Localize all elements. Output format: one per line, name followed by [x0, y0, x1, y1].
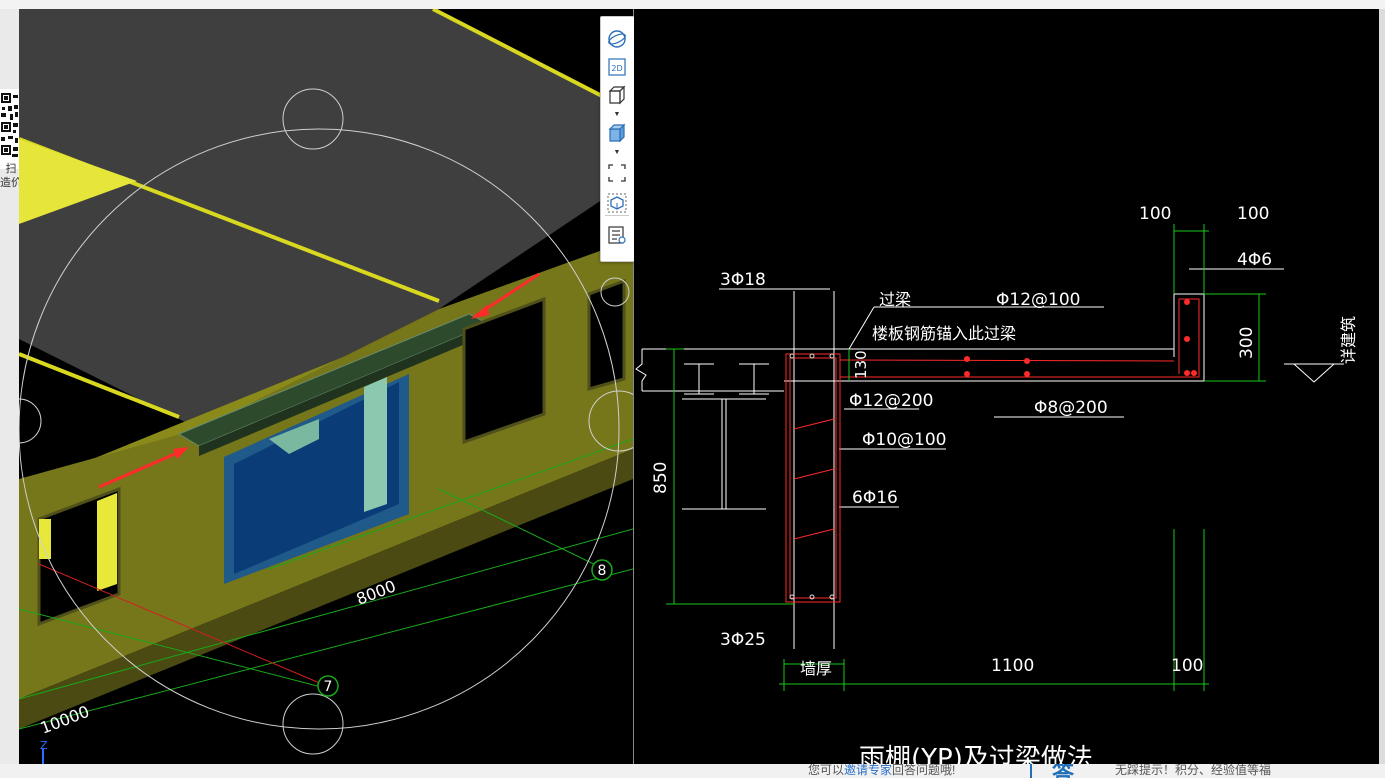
label-bottom-rebar: 3Φ25: [720, 630, 766, 650]
cad-detail-view[interactable]: 3Φ18 过梁 楼板钢筋锚入此过梁 Φ12@100 100 100 4Φ6 30…: [634, 9, 1379, 764]
label-dim-100-c: 100: [1171, 656, 1203, 676]
orbit-handle-bottom[interactable]: [282, 693, 344, 755]
3d-view-icon[interactable]: [605, 83, 629, 107]
label-wall-thickness: 墙厚: [800, 659, 832, 678]
orbit-handle-left[interactable]: [19, 398, 42, 444]
right-scroll-strip[interactable]: [1379, 9, 1385, 764]
window-far-right[interactable]: [587, 278, 626, 391]
z-axis-label: Z: [40, 739, 48, 752]
hint-prefix: 您可以: [808, 764, 845, 777]
axis-label-8: 8: [598, 563, 607, 579]
label-dim-1100: 1100: [991, 656, 1034, 676]
label-dim-300: 300: [1237, 327, 1257, 359]
label-side-rebar: 6Φ16: [852, 488, 898, 508]
axis-label-7: 7: [324, 679, 333, 695]
label-slab-top-rebar: Φ12@100: [996, 290, 1080, 310]
expert-hint: 您可以邀请专家回答问题哦!: [808, 764, 955, 778]
top-window-strip: [0, 0, 1385, 9]
label-dim-100-a: 100: [1139, 204, 1171, 224]
drawing-title: 雨棚(YP)及过梁做法: [859, 744, 1093, 764]
bottom-page-strip: 您可以邀请专家回答问题哦! 答 无踩提示！积分、经验值等福: [0, 764, 1385, 778]
hint-suffix: 回答问题哦!: [892, 764, 956, 777]
answer-badge[interactable]: 答: [1030, 764, 1094, 778]
view-toolbar: 2D ▼ ▼: [600, 16, 635, 262]
fullscreen-icon[interactable]: [605, 161, 629, 185]
qr-code-icon[interactable]: [0, 89, 19, 169]
label-stirrup-200: Φ12@200: [849, 391, 933, 411]
label-stirrup-100: Φ10@100: [862, 430, 946, 450]
solid-view-icon[interactable]: [605, 121, 629, 145]
label-dim-130: 130: [852, 350, 870, 379]
label-slab-note: 楼板钢筋锚入此过梁: [872, 324, 1016, 343]
label-see-architecture: 详建筑: [1339, 316, 1358, 364]
3d-scene: 8 7 8000 10000 Z: [19, 9, 633, 764]
chevron-down-icon[interactable]: ▼: [613, 111, 621, 119]
label-dim-850: 850: [651, 462, 671, 494]
svg-text:2D: 2D: [611, 64, 622, 73]
2d-view-icon[interactable]: 2D: [605, 55, 629, 79]
window-left-jamb-right: [97, 493, 117, 591]
label-distribution-rebar: Φ8@200: [1034, 398, 1108, 418]
door-frame-right: [364, 377, 387, 512]
promo-text: 无踩提示！积分、经验值等福: [1115, 764, 1272, 777]
invite-expert-link[interactable]: 邀请专家: [844, 764, 892, 777]
component-display-icon[interactable]: [605, 191, 629, 215]
properties-list-icon[interactable]: [605, 223, 629, 247]
chevron-down-icon[interactable]: ▼: [613, 149, 621, 157]
3d-viewport[interactable]: 8 7 8000 10000 Z: [19, 9, 633, 764]
window-left-jamb: [39, 519, 51, 559]
left-sidebar: 扫 造价: [0, 9, 22, 769]
label-top-rebar: 3Φ18: [720, 270, 766, 290]
label-lintel-beam: 过梁: [879, 290, 911, 309]
orbit-icon[interactable]: [605, 27, 629, 51]
cad-drawing: 3Φ18 过梁 楼板钢筋锚入此过梁 Φ12@100 100 100 4Φ6 30…: [635, 204, 1358, 764]
label-edge-rebar: 4Φ6: [1237, 250, 1272, 270]
label-dim-100-b: 100: [1237, 204, 1269, 224]
